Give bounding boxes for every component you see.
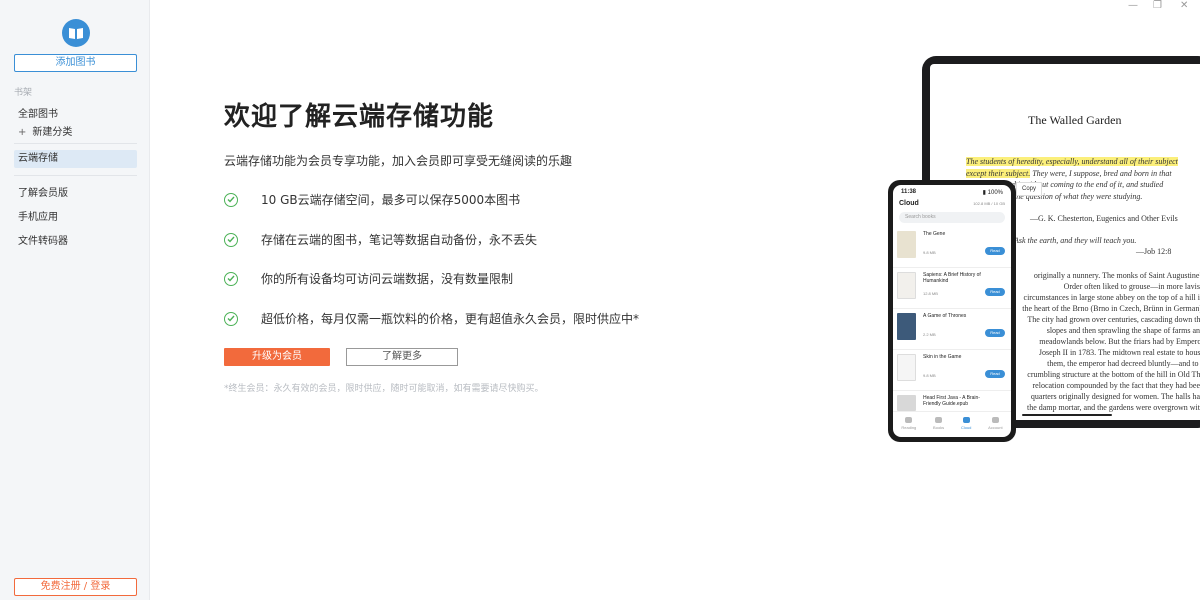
phone-tab-bar: Reading Books Cloud Account [893, 411, 1011, 435]
sidebar-divider [14, 143, 137, 144]
page-subtitle: 云端存储功能为会员专享功能，加入会员即可享受无缝阅读的乐趣 [224, 154, 573, 168]
phone-search: Search books [899, 212, 1005, 223]
phone-storage: 102.8 MB / 10 GB [973, 201, 1005, 206]
bookshelf-section-label: 书架 [14, 88, 33, 98]
sidebar-item-membership[interactable]: 了解会员版 [18, 184, 68, 199]
phone-illustration: 11:38 ▮ 100% Cloud 102.8 MB / 10 GB Sear… [888, 180, 1016, 442]
cloud-icon [962, 417, 970, 423]
sidebar-item-new-category[interactable]: + 新建分类 [18, 123, 72, 138]
book-cover [897, 272, 916, 299]
minimize-icon[interactable]: — [1128, 0, 1138, 12]
read-button: Read [985, 329, 1005, 337]
check-circle-icon [224, 271, 238, 286]
upgrade-membership-button[interactable]: 升级为会员 [224, 348, 330, 366]
tab-label: Books [933, 425, 945, 430]
phone-screen: 11:38 ▮ 100% Cloud 102.8 MB / 10 GB Sear… [893, 185, 1011, 437]
book-title: Head First Java - A Brain-Friendly Guide… [923, 395, 980, 407]
phone-tab-account: Account [988, 417, 1003, 430]
read-button: Read [985, 247, 1005, 255]
book-title: Skin in the Game [923, 354, 962, 360]
feature-item: 超低价格，每月仅需一瓶饮料的价格，更有超值永久会员，限时供应中* [224, 310, 639, 327]
check-circle-icon [224, 192, 238, 207]
phone-tab-reading: Reading [901, 417, 916, 430]
feature-text: 你的所有设备均可访问云端数据，没有数量限制 [261, 272, 514, 286]
plus-icon: + [18, 127, 27, 138]
page-title: 欢迎了解云端存储功能 [224, 102, 495, 132]
add-book-button[interactable]: 添加图书 [14, 54, 137, 72]
sidebar-item-cloud-storage[interactable]: 云端存储 [14, 150, 137, 168]
books-icon [935, 417, 943, 423]
feature-item: 你的所有设备均可访问云端数据，没有数量限制 [224, 270, 513, 287]
tablet-body-text: originally a nunnery. The monks of Saint… [1022, 271, 1200, 412]
book-cover [897, 354, 916, 381]
tab-label: Reading [901, 425, 917, 430]
feature-item: 存储在云端的图书，笔记等数据自动备份，永不丢失 [224, 231, 537, 248]
book-title: The Gene [923, 231, 946, 237]
home-indicator [1022, 414, 1112, 416]
verse-text: Ask the earth, and they will teach you. [1014, 236, 1137, 245]
feature-text: 10 GB云端存储空间，最多可以保存5000本图书 [261, 193, 521, 207]
book-logo-icon [62, 19, 90, 47]
read-button: Read [985, 370, 1005, 378]
phone-header: Cloud [899, 200, 919, 207]
tab-label: Cloud [960, 425, 972, 430]
read-button: Read [985, 288, 1005, 296]
phone-book-item: Head First Java - A Brain-Friendly Guide… [893, 391, 1011, 411]
register-login-button[interactable]: 免费注册 / 登录 [14, 578, 137, 596]
quote-attribution: —G. K. Chesterton, Eugenics and Other Ev… [1030, 214, 1178, 223]
book-cover [897, 313, 916, 340]
verse-attribution: —Job 12:8 [1136, 247, 1172, 256]
phone-book-item: The Gene 9.8 MB Read [893, 227, 1011, 268]
feature-text: 存储在云端的图书，笔记等数据自动备份，永不丢失 [261, 233, 538, 247]
copy-popup: Copy [1016, 182, 1042, 196]
check-circle-icon [224, 311, 238, 326]
feature-text: 超低价格，每月仅需一瓶饮料的价格，更有超值永久会员，限时供应中* [261, 312, 640, 326]
new-category-label: 新建分类 [32, 127, 73, 138]
sidebar-item-converter[interactable]: 文件转码器 [18, 232, 68, 247]
feature-item: 10 GB云端存储空间，最多可以保存5000本图书 [224, 191, 520, 208]
phone-tab-books: Books [933, 417, 944, 430]
phone-time: 11:38 [901, 189, 917, 195]
book-cover [897, 231, 916, 258]
close-icon[interactable]: ✕ [1180, 0, 1188, 12]
book-size: 9.8 MB [923, 373, 936, 378]
phone-tab-cloud: Cloud [961, 417, 971, 430]
book-title: A Game of Thrones [923, 313, 967, 319]
phone-book-item: Sapiens: A Brief History of Humankind 12… [893, 268, 1011, 309]
sidebar-item-all-books[interactable]: 全部图书 [18, 105, 58, 120]
battery-icon: ▮ 100% [982, 190, 1003, 196]
phone-book-item: A Game of Thrones 2.2 MB Read [893, 309, 1011, 350]
book-title: Sapiens: A Brief History of Humankind [923, 272, 981, 284]
book-size: 9.8 MB [923, 250, 936, 255]
account-icon [991, 417, 999, 423]
sidebar: 添加图书 书架 全部图书 + 新建分类 云端存储 了解会员版 手机应用 文件转码器… [0, 0, 150, 600]
reading-icon [905, 417, 913, 423]
sidebar-item-mobile-app[interactable]: 手机应用 [18, 208, 58, 223]
tab-label: Account [988, 425, 1003, 430]
check-circle-icon [224, 232, 238, 247]
learn-more-button[interactable]: 了解更多 [346, 348, 458, 366]
sidebar-divider [14, 175, 137, 176]
book-cover [897, 395, 916, 411]
book-size: 2.2 MB [923, 332, 936, 337]
footnote: *终生会员：永久有效的会员，限时供应，随时可能取消，如有需要请尽快购买。 [224, 384, 544, 394]
tablet-book-title: The Walled Garden [1028, 113, 1122, 127]
phone-book-item: Skin in the Game 9.8 MB Read [893, 350, 1011, 391]
book-size: 12.8 MB [923, 291, 938, 296]
restore-icon[interactable]: ❐ [1153, 0, 1162, 12]
